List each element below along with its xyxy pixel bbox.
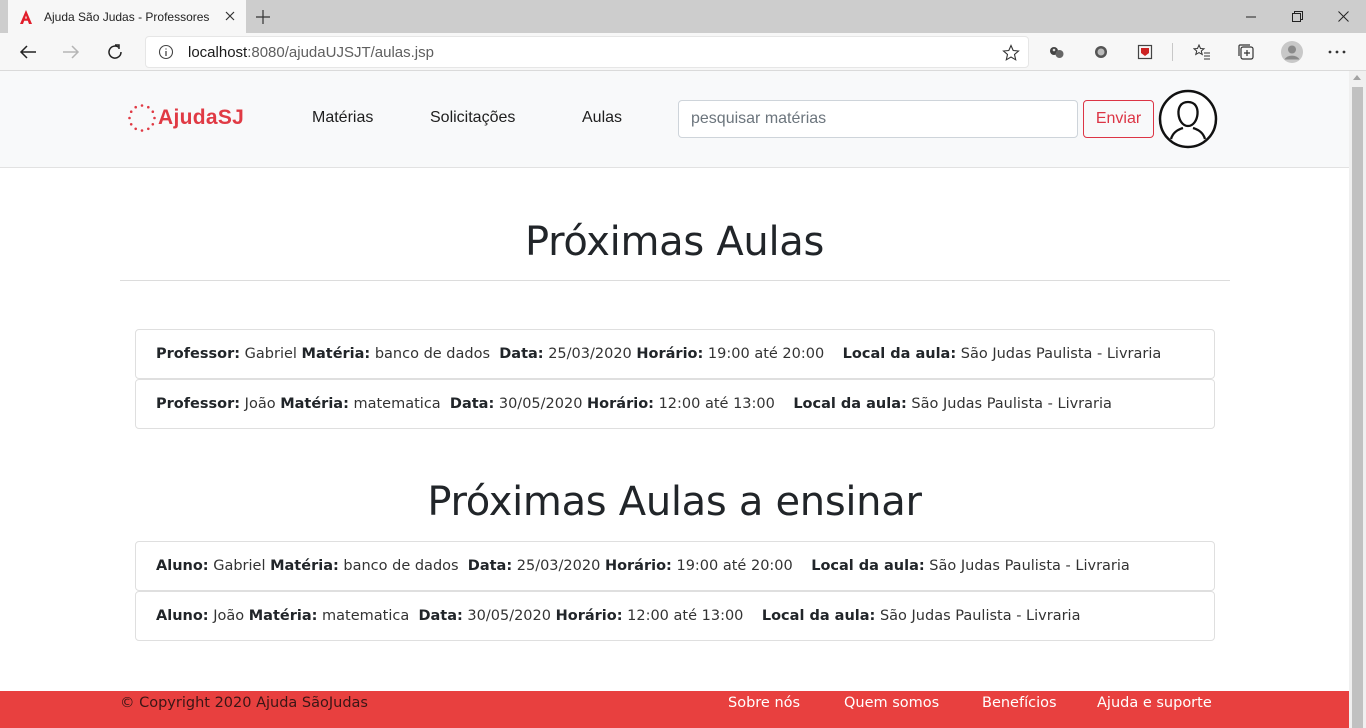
site-navbar: AjudaSJ Matérias Solicitações Aulas Envi… <box>0 71 1349 168</box>
site-favicon-icon <box>18 9 34 25</box>
footer-link-beneficios[interactable]: Benefícios <box>982 695 1057 711</box>
page-scrollbar[interactable] <box>1349 71 1366 728</box>
nav-link-solicitacoes[interactable]: Solicitações <box>430 109 515 127</box>
new-tab-icon[interactable] <box>252 6 274 28</box>
search-input[interactable] <box>678 100 1078 138</box>
reload-icon[interactable] <box>100 37 130 67</box>
close-window-icon[interactable] <box>1320 0 1366 33</box>
footer-link-sobre-nos[interactable]: Sobre nós <box>728 695 800 711</box>
nav-link-materias[interactable]: Matérias <box>312 109 373 127</box>
profile-icon[interactable] <box>1277 37 1307 67</box>
url-text: localhost:8080/ajudaUJSJT/aulas.jsp <box>188 43 434 61</box>
site-info-icon[interactable] <box>158 44 174 60</box>
extension-shield-icon[interactable] <box>1130 37 1160 67</box>
site-footer: © Copyright 2020 Ajuda SãoJudas Sobre nó… <box>0 691 1349 728</box>
send-button[interactable]: Enviar <box>1083 100 1154 138</box>
footer-link-quem-somos[interactable]: Quem somos <box>844 695 939 711</box>
upcoming-classes-title: Próximas Aulas <box>524 219 825 265</box>
site-logo[interactable]: AjudaSJ <box>127 101 244 135</box>
title-divider <box>120 280 1230 281</box>
collections-icon[interactable] <box>1231 37 1261 67</box>
minimize-icon[interactable] <box>1228 0 1274 33</box>
forward-arrow-icon[interactable] <box>56 37 86 67</box>
extension-circle-icon[interactable] <box>1086 37 1116 67</box>
browser-tab[interactable]: Ajuda São Judas - Professores <box>8 0 246 33</box>
browser-tab-strip: Ajuda São Judas - Professores <box>0 0 1366 33</box>
brand-name: AjudaSJ <box>158 106 245 129</box>
logo-circle-icon <box>127 103 157 133</box>
user-avatar-icon[interactable] <box>1158 89 1218 149</box>
scroll-up-arrow-icon[interactable] <box>1353 75 1361 80</box>
list-item: Aluno: Gabriel Matéria: banco de dados D… <box>135 541 1215 591</box>
copyright-text: © Copyright 2020 Ajuda SãoJudas <box>120 695 368 711</box>
favorite-star-icon[interactable] <box>1002 44 1020 62</box>
back-arrow-icon[interactable] <box>13 37 43 67</box>
teaching-classes-title: Próximas Aulas a ensinar <box>427 479 922 525</box>
teaching-classes-list: Aluno: Gabriel Matéria: banco de dados D… <box>135 541 1215 641</box>
scrollbar-thumb[interactable] <box>1352 87 1363 728</box>
more-options-icon[interactable] <box>1322 37 1352 67</box>
upcoming-classes-list: Professor: Gabriel Matéria: banco de dad… <box>135 329 1215 429</box>
close-tab-icon[interactable] <box>222 8 238 24</box>
footer-link-ajuda-suporte[interactable]: Ajuda e suporte <box>1097 695 1212 711</box>
tab-title: Ajuda São Judas - Professores <box>44 9 210 24</box>
restore-icon[interactable] <box>1274 0 1320 33</box>
list-item: Professor: João Matéria: matematica Data… <box>135 379 1215 429</box>
toolbar-separator <box>1172 43 1173 61</box>
extension-icon[interactable] <box>1042 37 1072 67</box>
list-item: Aluno: João Matéria: matematica Data: 30… <box>135 591 1215 641</box>
page-viewport: AjudaSJ Matérias Solicitações Aulas Envi… <box>0 71 1349 728</box>
address-bar[interactable]: localhost:8080/ajudaUJSJT/aulas.jsp <box>145 36 1029 68</box>
nav-link-aulas[interactable]: Aulas <box>582 109 622 127</box>
browser-toolbar: localhost:8080/ajudaUJSJT/aulas.jsp <box>0 33 1366 71</box>
list-item: Professor: Gabriel Matéria: banco de dad… <box>135 329 1215 379</box>
favorites-icon[interactable] <box>1187 37 1217 67</box>
